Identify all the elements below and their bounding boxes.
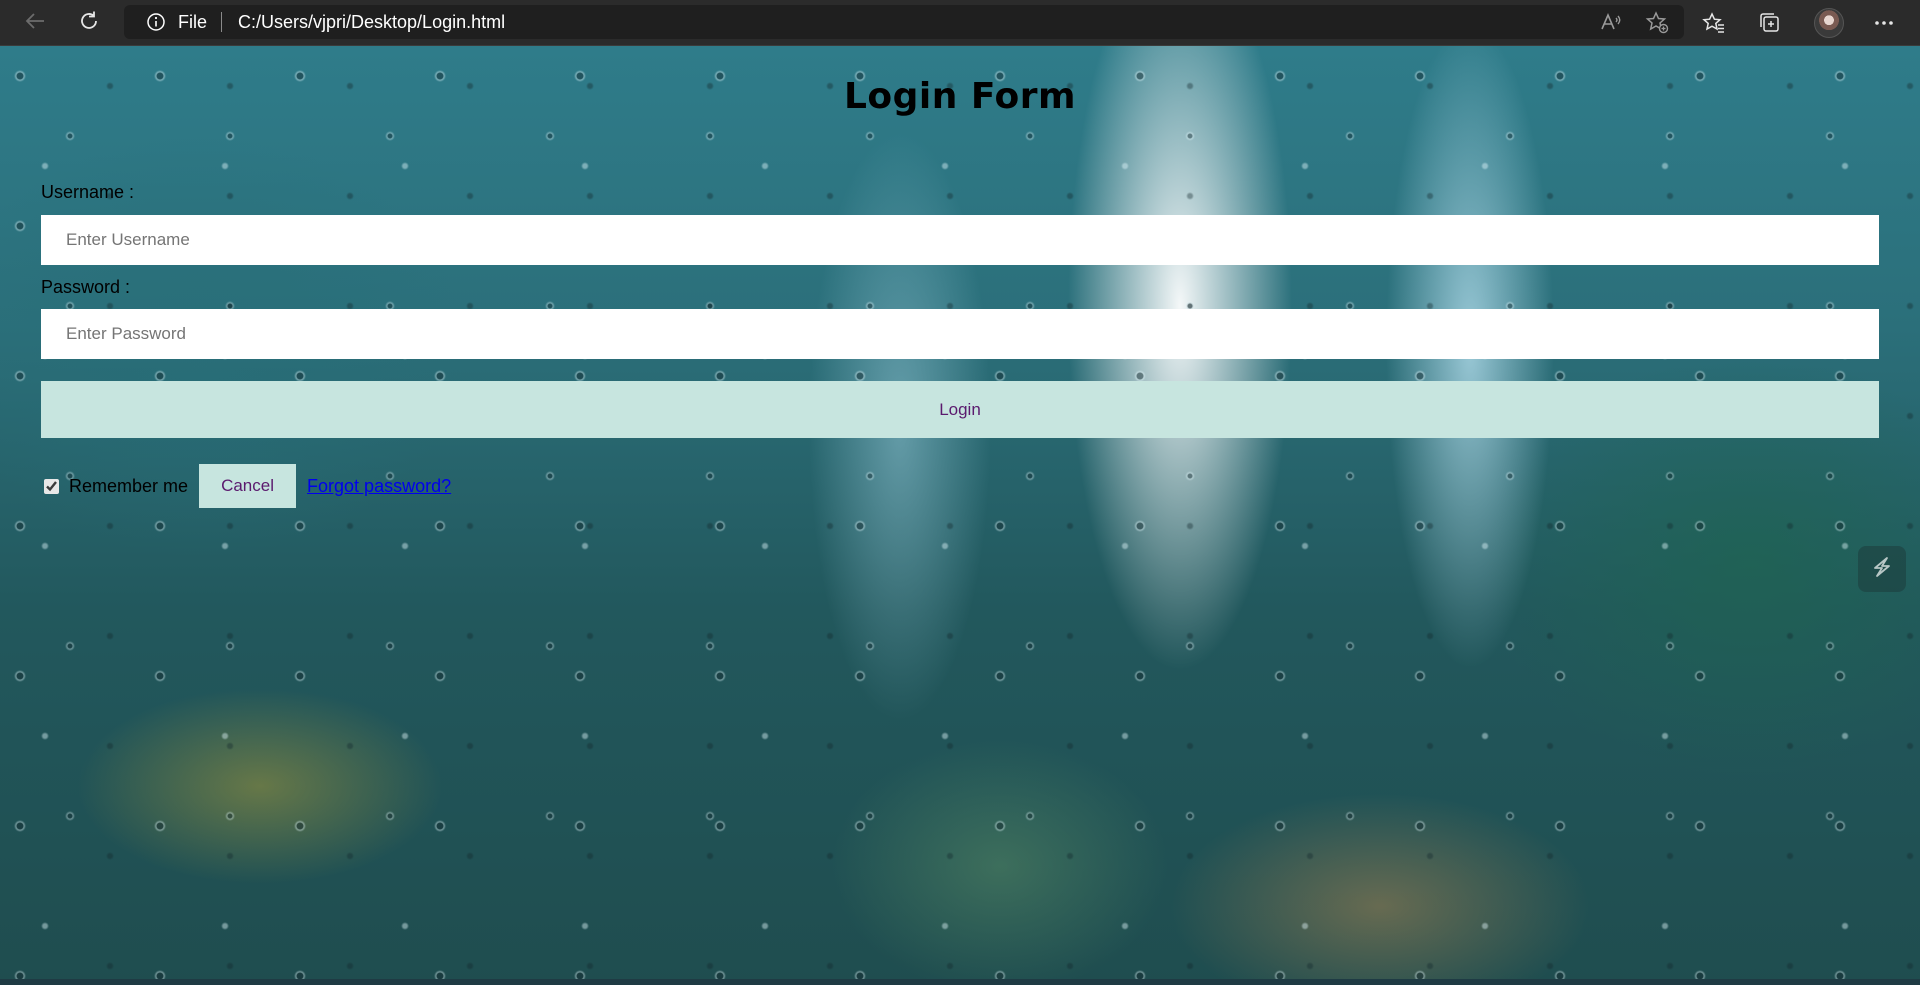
collections-icon[interactable]	[1753, 6, 1787, 40]
username-label: Username :	[41, 182, 135, 202]
favorites-icon[interactable]	[1697, 6, 1731, 40]
back-button[interactable]	[20, 9, 50, 37]
remember-me-label: Remember me	[69, 475, 189, 496]
browser-toolbar: File C:/Users/vjpri/Desktop/Login.html	[0, 0, 1920, 46]
extension-icon	[1869, 554, 1895, 585]
profile-avatar[interactable]	[1814, 8, 1844, 38]
form-footer-row: Remember me Cancel Forgot password?	[44, 464, 451, 508]
address-separator	[221, 12, 223, 32]
login-button[interactable]: Login	[41, 381, 1879, 438]
back-arrow-icon	[24, 10, 46, 37]
username-input[interactable]	[41, 215, 1879, 265]
cancel-button[interactable]: Cancel	[199, 464, 297, 508]
sidebar-extension-button[interactable]	[1858, 546, 1906, 592]
info-icon[interactable]	[146, 12, 166, 32]
password-label: Password :	[41, 277, 131, 297]
page-title: Login Form	[843, 76, 1077, 117]
password-input[interactable]	[41, 309, 1879, 359]
rain-background	[0, 46, 1920, 985]
bottom-edge	[0, 979, 1920, 985]
url-text[interactable]: C:/Users/vjpri/Desktop/Login.html	[238, 12, 505, 33]
more-options-icon[interactable]	[1867, 6, 1901, 40]
page-viewport: Login Form Username : Password : Login R…	[0, 46, 1920, 985]
address-bar[interactable]: File C:/Users/vjpri/Desktop/Login.html	[124, 5, 1684, 39]
reload-button[interactable]	[74, 9, 104, 37]
reload-icon	[78, 10, 100, 37]
add-favorite-icon[interactable]	[1644, 9, 1670, 35]
remember-me-checkbox[interactable]	[44, 478, 59, 494]
forgot-password-link[interactable]: Forgot password?	[307, 476, 451, 497]
address-bar-actions	[1598, 5, 1670, 39]
read-aloud-icon[interactable]	[1598, 9, 1624, 35]
file-scheme-label: File	[178, 11, 208, 32]
